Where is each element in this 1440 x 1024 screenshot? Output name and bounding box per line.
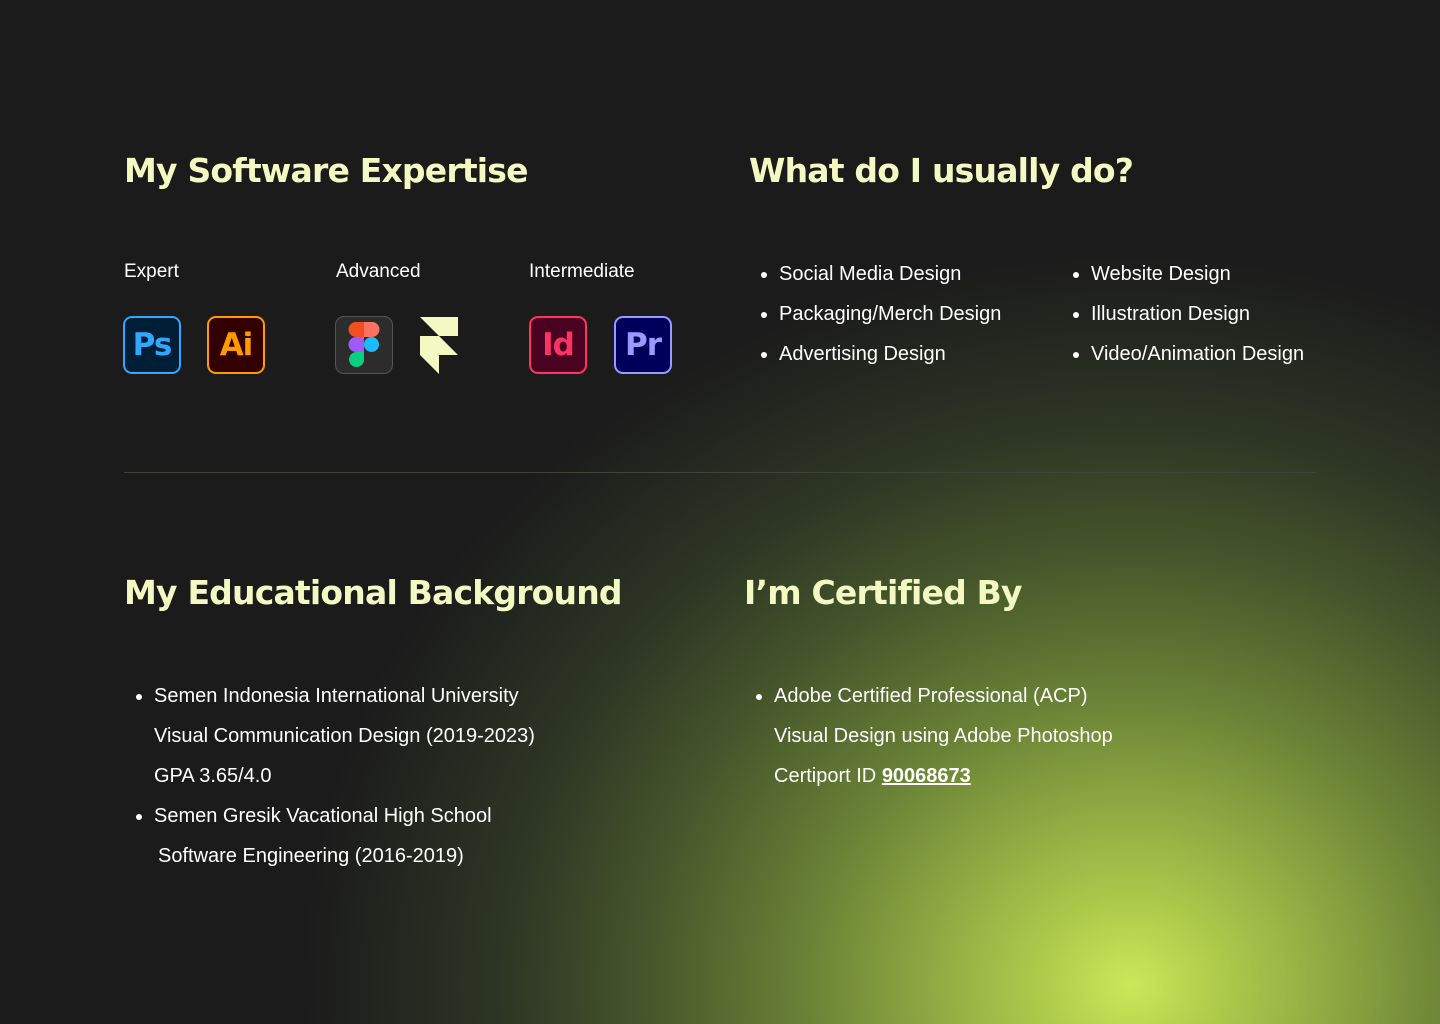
services-list-col2: Website Design Illustration Design Video… xyxy=(1072,254,1304,374)
list-item: Website Design xyxy=(1072,254,1304,294)
education-list: Semen Indonesia International University… xyxy=(136,676,535,876)
level-label-advanced: Advanced xyxy=(336,261,421,282)
certiport-id-label: Certiport ID xyxy=(774,765,882,787)
list-item-detail: Visual Communication Design (2019-2023) xyxy=(154,725,535,747)
premiere-icon-abbr: Pr xyxy=(624,327,662,363)
photoshop-icon: Ps xyxy=(123,316,181,374)
education-heading: My Educational Background xyxy=(124,573,623,612)
list-item: Adobe Certified Professional (ACP) xyxy=(756,676,1113,716)
list-item-detail: Visual Design using Adobe Photoshop xyxy=(774,725,1113,747)
list-item: Semen Indonesia International University xyxy=(136,676,535,716)
indesign-icon-abbr: Id xyxy=(542,327,575,363)
list-item: Video/Animation Design xyxy=(1072,334,1304,374)
list-item: Social Media Design xyxy=(760,254,1001,294)
services-list-col1: Social Media Design Packaging/Merch Desi… xyxy=(760,254,1001,374)
certiport-id-link[interactable]: 90068673 xyxy=(882,765,971,787)
photoshop-icon-abbr: Ps xyxy=(132,327,173,363)
level-label-expert: Expert xyxy=(124,261,179,282)
list-item: Illustration Design xyxy=(1072,294,1304,334)
section-divider xyxy=(124,472,1316,473)
list-item: Semen Gresik Vacational High School xyxy=(136,796,535,836)
illustrator-icon: Ai xyxy=(207,316,265,374)
list-item-detail: Software Engineering (2016-2019) xyxy=(158,845,464,867)
list-item: Advertising Design xyxy=(760,334,1001,374)
list-item: Packaging/Merch Design xyxy=(760,294,1001,334)
certiport-line: Certiport ID 90068673 xyxy=(774,756,1113,796)
premiere-icon: Pr xyxy=(614,316,672,374)
certification-heading: I’m Certified By xyxy=(744,573,1022,612)
list-item-detail: GPA 3.65/4.0 xyxy=(154,765,272,787)
figma-icon xyxy=(335,316,393,374)
framer-logo-glyph xyxy=(420,316,458,374)
services-heading: What do I usually do? xyxy=(749,151,1134,190)
indesign-icon: Id xyxy=(529,316,587,374)
certification-list: Adobe Certified Professional (ACP) Visua… xyxy=(756,676,1113,796)
software-expertise-heading: My Software Expertise xyxy=(124,151,529,190)
framer-icon xyxy=(410,316,468,374)
figma-logo-glyph xyxy=(348,322,380,367)
level-label-intermediate: Intermediate xyxy=(529,261,635,282)
illustrator-icon-abbr: Ai xyxy=(219,327,254,363)
